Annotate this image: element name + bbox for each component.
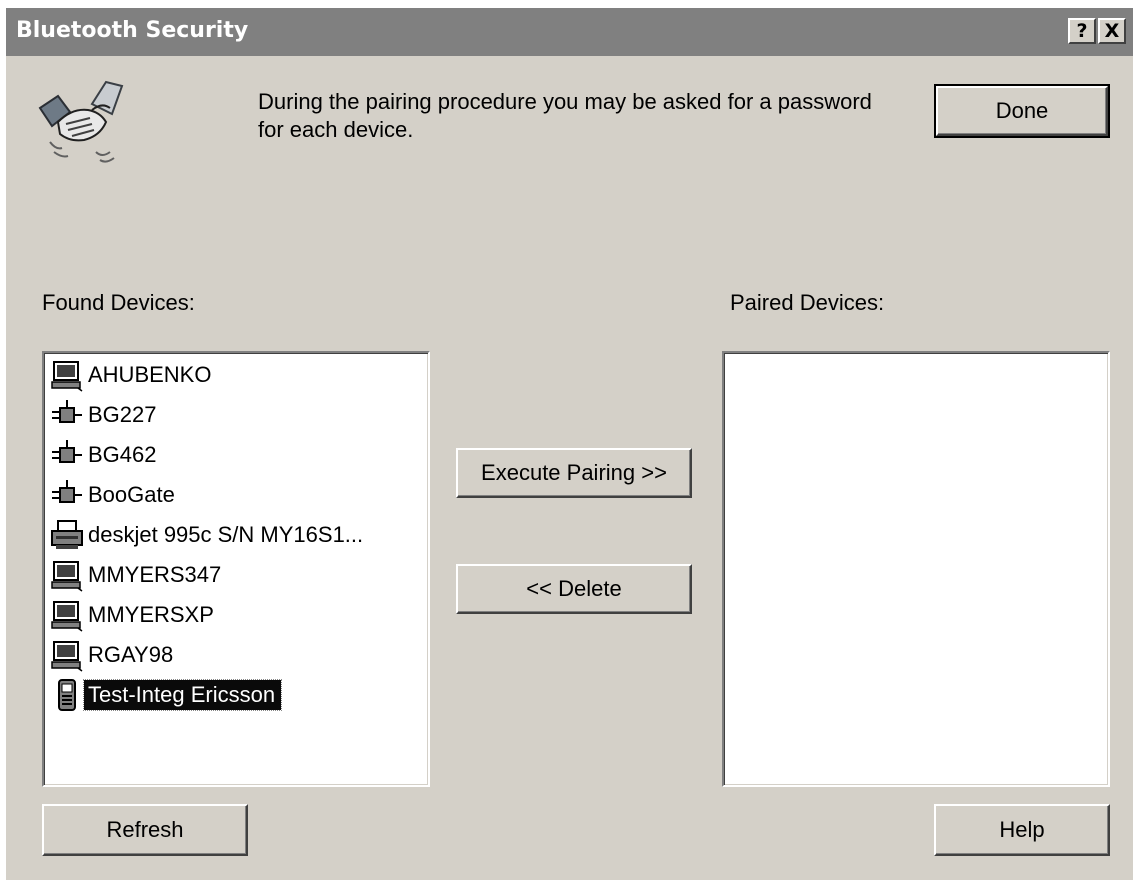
paired-devices-label: Paired Devices: bbox=[730, 290, 885, 315]
list-item[interactable]: deskjet 995c S/N MY16S1... bbox=[50, 517, 369, 553]
close-button[interactable]: X bbox=[1098, 18, 1126, 44]
list-item[interactable]: RGAY98 bbox=[50, 637, 179, 673]
done-button[interactable]: Done bbox=[934, 84, 1110, 138]
device-label: Test-Integ Ericsson bbox=[82, 679, 283, 711]
computer-icon bbox=[51, 361, 83, 392]
device-label: BooGate bbox=[88, 482, 175, 507]
list-item-selected[interactable]: Test-Integ Ericsson bbox=[50, 677, 283, 713]
execute-pairing-button[interactable]: Execute Pairing >> bbox=[456, 448, 692, 498]
refresh-button[interactable]: Refresh bbox=[42, 804, 248, 856]
computer-icon bbox=[51, 641, 83, 672]
window-title: Bluetooth Security bbox=[16, 18, 249, 43]
list-item[interactable]: BooGate bbox=[50, 477, 181, 513]
bluetooth-security-dialog: Bluetooth Security ? X During the pairin… bbox=[6, 8, 1133, 880]
found-devices-label: Found Devices: bbox=[42, 290, 195, 315]
help-button[interactable]: Help bbox=[934, 804, 1110, 856]
device-label: deskjet 995c S/N MY16S1... bbox=[88, 522, 364, 547]
list-item[interactable]: BG227 bbox=[50, 397, 163, 433]
computer-icon bbox=[51, 561, 83, 592]
network-access-point-icon bbox=[52, 400, 82, 423]
delete-button[interactable]: << Delete bbox=[456, 564, 692, 614]
list-item[interactable]: BG462 bbox=[50, 437, 163, 473]
mobile-phone-icon bbox=[58, 679, 76, 711]
list-item[interactable]: AHUBENKO bbox=[50, 357, 217, 393]
device-label: RGAY98 bbox=[88, 642, 174, 667]
found-devices-list[interactable]: AHUBENKO BG227 BG462 BooGate deskjet 995… bbox=[42, 351, 430, 787]
device-label: BG462 bbox=[88, 442, 157, 467]
device-label: MMYERSXP bbox=[88, 602, 214, 627]
device-label: MMYERS347 bbox=[88, 562, 222, 587]
computer-icon bbox=[51, 601, 83, 632]
network-access-point-icon bbox=[52, 440, 82, 463]
paired-devices-list[interactable] bbox=[722, 351, 1110, 787]
device-label: AHUBENKO bbox=[88, 362, 212, 387]
device-label: BG227 bbox=[88, 402, 157, 427]
title-bar[interactable]: Bluetooth Security ? X bbox=[6, 8, 1133, 56]
network-access-point-icon bbox=[52, 480, 82, 503]
list-item[interactable]: MMYERSXP bbox=[50, 597, 220, 633]
help-caption-button[interactable]: ? bbox=[1068, 18, 1096, 44]
list-item[interactable]: MMYERS347 bbox=[50, 557, 227, 593]
handshake-icon bbox=[38, 80, 124, 163]
instruction-text: During the pairing procedure you may be … bbox=[258, 89, 872, 142]
printer-icon bbox=[51, 520, 83, 549]
